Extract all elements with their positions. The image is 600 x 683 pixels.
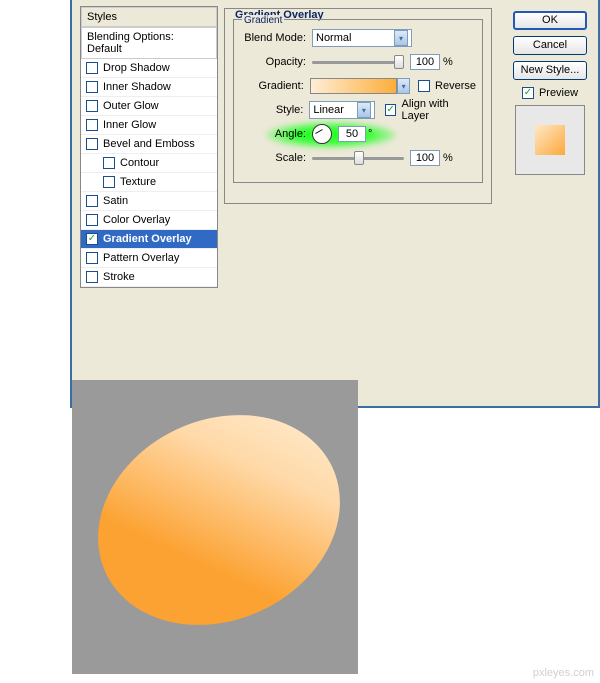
blend-mode-select[interactable]: Normal ▾ [312,29,412,47]
scale-label: Scale: [240,152,306,164]
angle-label: Angle: [240,128,306,140]
checkbox-icon[interactable] [86,214,98,226]
percent-unit: % [443,152,453,164]
angle-dial[interactable] [312,124,332,144]
preview-label: Preview [539,87,578,99]
ok-button[interactable]: OK [513,11,587,30]
checkbox-icon[interactable] [86,195,98,207]
checkbox-icon[interactable] [86,233,98,245]
style-contour[interactable]: Contour [81,154,217,173]
checkbox-icon[interactable] [86,252,98,264]
style-satin[interactable]: Satin [81,192,217,211]
style-label: Color Overlay [103,214,170,226]
new-style-button[interactable]: New Style... [513,61,587,80]
checkbox-icon[interactable] [86,100,98,112]
gradient-overlay-panel: Gradient Overlay Gradient Blend Mode: No… [224,8,492,204]
gradient-section-label: Gradient [242,15,284,26]
opacity-slider[interactable] [312,61,404,64]
angle-input[interactable] [338,126,366,142]
preview-checkbox[interactable] [522,87,534,99]
style-gradient-overlay[interactable]: Gradient Overlay [81,230,217,249]
checkbox-icon[interactable] [86,271,98,283]
preview-swatch [535,125,565,155]
preview-box [515,105,585,175]
style-label: Inner Shadow [103,81,171,93]
reverse-label: Reverse [435,80,476,92]
ellipse-shape [63,377,374,664]
checkbox-icon[interactable] [86,138,98,150]
opacity-label: Opacity: [240,56,306,68]
style-outer-glow[interactable]: Outer Glow [81,97,217,116]
style-label: Stroke [103,271,135,283]
style-label: Contour [120,157,159,169]
checkbox-icon[interactable] [103,157,115,169]
style-stroke[interactable]: Stroke [81,268,217,287]
canvas-area [72,380,358,674]
styles-header[interactable]: Styles [81,7,217,27]
degree-unit: ° [368,128,372,140]
style-label: Bevel and Emboss [103,138,195,150]
blend-mode-label: Blend Mode: [240,32,306,44]
checkbox-icon[interactable] [86,62,98,74]
style-label: Satin [103,195,128,207]
scale-slider[interactable] [312,157,404,160]
style-color-overlay[interactable]: Color Overlay [81,211,217,230]
gradient-fieldset: Gradient Blend Mode: Normal ▾ Opacity: %… [233,19,483,183]
style-label: Outer Glow [103,100,159,112]
layer-style-dialog: Styles Blending Options: Default Drop Sh… [70,0,600,408]
style-inner-shadow[interactable]: Inner Shadow [81,78,217,97]
align-checkbox[interactable] [385,104,397,116]
align-label: Align with Layer [401,98,476,122]
styles-panel: Styles Blending Options: Default Drop Sh… [80,6,218,288]
gradient-label: Gradient: [240,80,304,92]
style-label: Style: [240,104,303,116]
chevron-down-icon: ▾ [357,102,371,118]
blending-options-default[interactable]: Blending Options: Default [81,27,217,59]
style-pattern-overlay[interactable]: Pattern Overlay [81,249,217,268]
watermark: pxleyes.com [533,667,594,679]
style-label: Inner Glow [103,119,156,131]
dialog-buttons: OK Cancel New Style... Preview [510,8,590,175]
reverse-checkbox[interactable] [418,80,430,92]
style-label: Drop Shadow [103,62,170,74]
chevron-down-icon[interactable]: ▾ [397,78,411,94]
style-texture[interactable]: Texture [81,173,217,192]
checkbox-icon[interactable] [86,119,98,131]
style-inner-glow[interactable]: Inner Glow [81,116,217,135]
scale-input[interactable] [410,150,440,166]
cancel-button[interactable]: Cancel [513,36,587,55]
style-label: Texture [120,176,156,188]
style-label: Gradient Overlay [103,233,192,245]
checkbox-icon[interactable] [86,81,98,93]
percent-unit: % [443,56,453,68]
chevron-down-icon: ▾ [394,30,408,46]
style-bevel-emboss[interactable]: Bevel and Emboss [81,135,217,154]
checkbox-icon[interactable] [103,176,115,188]
style-drop-shadow[interactable]: Drop Shadow [81,59,217,78]
style-label: Pattern Overlay [103,252,179,264]
style-select[interactable]: Linear ▾ [309,101,375,119]
gradient-swatch[interactable] [310,78,397,94]
opacity-input[interactable] [410,54,440,70]
